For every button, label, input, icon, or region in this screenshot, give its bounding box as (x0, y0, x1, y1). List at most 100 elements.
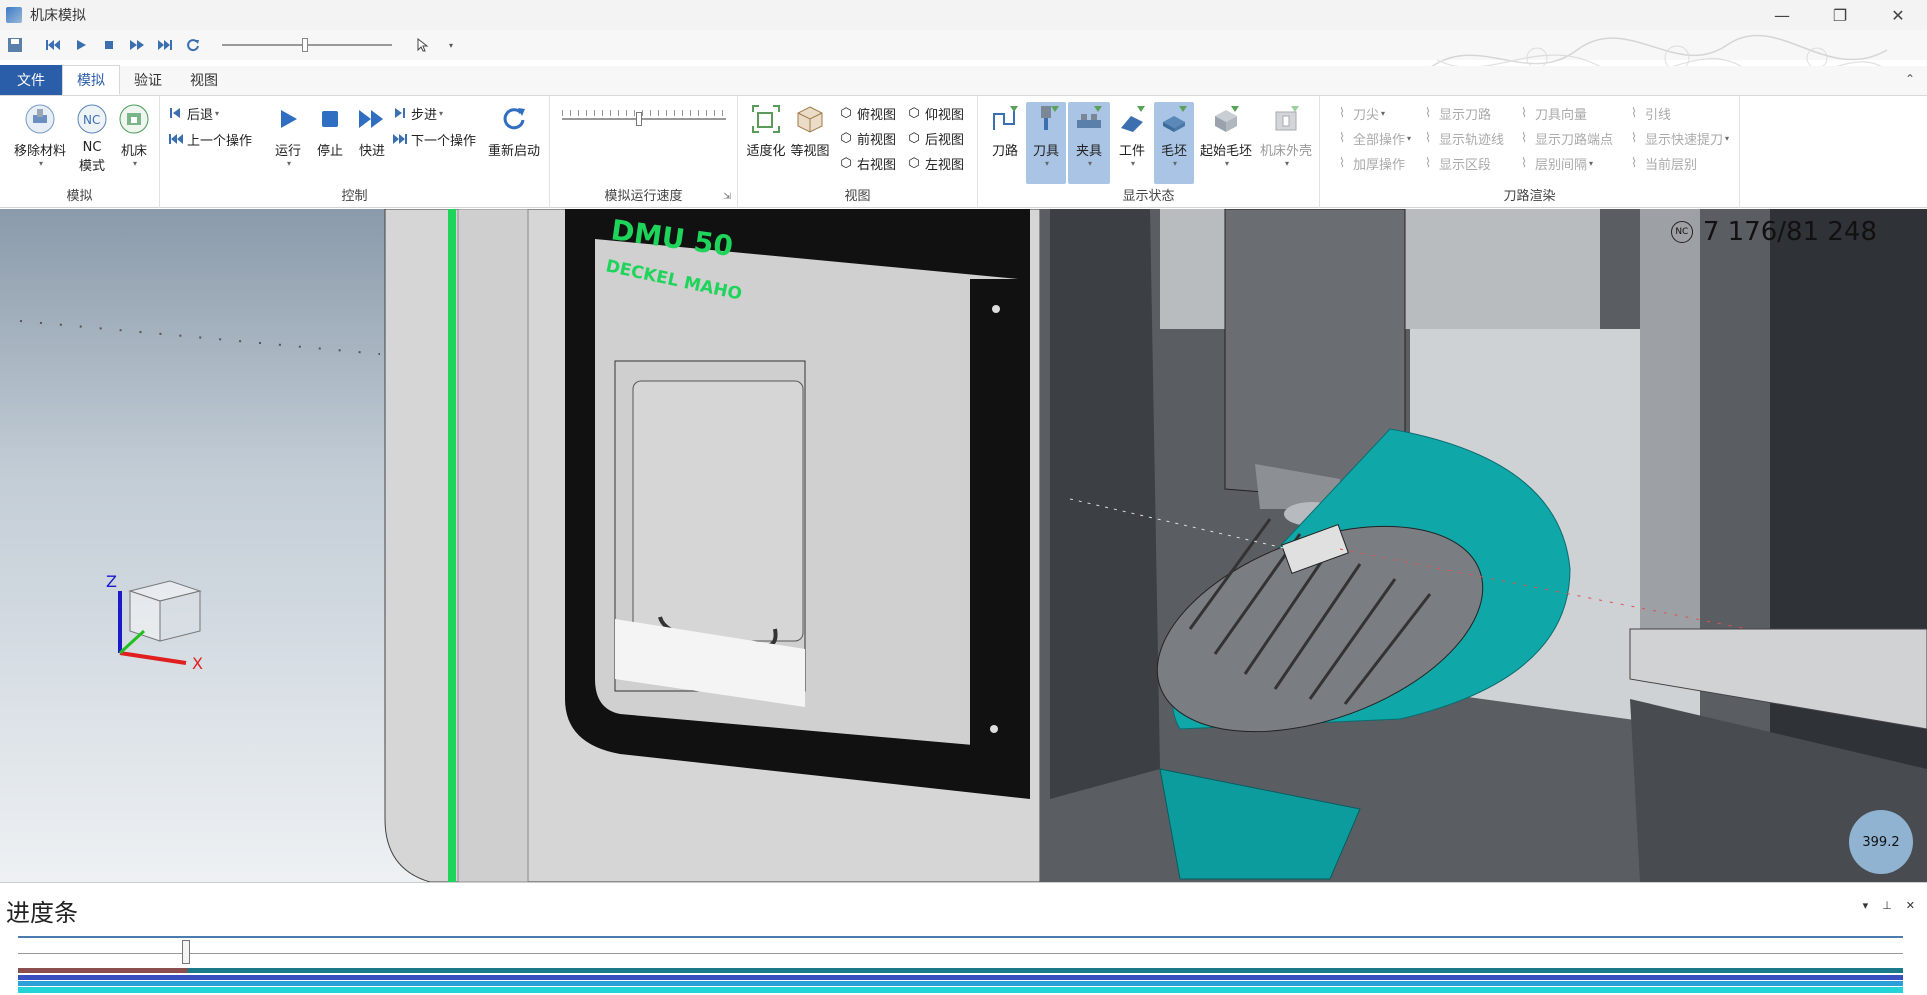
bottom-view-label: 仰视图 (925, 107, 965, 123)
play-icon[interactable] (70, 34, 92, 56)
toolpath-endpoints-option[interactable]: ⌇ 显示刀路端点 (1516, 127, 1613, 149)
group-sim-speed: ⇲ 模拟运行速度 (550, 96, 738, 208)
left-view-button[interactable]: ⬡ 左视图 (906, 152, 964, 174)
nc-counter-value: 7 176/81 248 (1702, 217, 1877, 247)
axis-z-label: Z (106, 572, 117, 591)
thicken-operation-label: 加厚操作 (1353, 157, 1406, 173)
workpiece-toggle[interactable]: 工件 ▾ (1112, 102, 1152, 168)
quick-access-toolbar: ▾ (0, 30, 1927, 82)
bottom-view-button[interactable]: ⬡ 仰视图 (906, 102, 964, 124)
view-cube[interactable]: Z X (100, 571, 220, 671)
panel-close-icon[interactable]: ✕ (1906, 899, 1915, 912)
right-view-button[interactable]: ⬡ 右视图 (838, 152, 896, 174)
tool-tip-option[interactable]: ⌇ 刀尖 ▾ (1334, 102, 1385, 124)
step-button[interactable]: 步进 ▾ (392, 102, 443, 124)
panel-pin-icon[interactable]: ⊥ (1882, 899, 1892, 912)
more-icon[interactable]: ▾ (440, 34, 462, 56)
sim-speed-slider[interactable] (562, 110, 726, 128)
y-axis (118, 629, 146, 655)
remove-material-button[interactable]: 移除材料 ▾ (8, 102, 72, 168)
x-axis (119, 651, 187, 665)
stock-toggle[interactable]: 毛坯 ▾ (1154, 102, 1194, 184)
back-icon (168, 105, 184, 121)
simulation-viewport[interactable]: DMU 50 DECKEL MAHO Z X NC 7 176/81 248 3… (0, 209, 1927, 882)
ribbon: 移除材料 ▾ NC NC 模式 机床 ▾ 模拟 后退 ▾ 上一个操作 运行 ▾ … (0, 96, 1927, 208)
leads-option[interactable]: ⌇ 引线 (1626, 102, 1671, 124)
save-icon[interactable] (4, 34, 26, 56)
prev-operation-icon (168, 131, 184, 147)
close-button[interactable]: ✕ (1869, 0, 1927, 30)
show-toolpath-option[interactable]: ⌇ 显示刀路 (1420, 102, 1491, 124)
nc-mode-label-2: 模式 (78, 159, 105, 174)
all-operations-option[interactable]: ⌇ 全部操作 ▾ (1334, 127, 1411, 149)
collapse-ribbon-icon[interactable]: ⌃ (1905, 72, 1915, 86)
group-toolpath-render: ⌇ 刀尖 ▾ ⌇ 全部操作 ▾ ⌇ 加厚操作 ⌇ 显示刀路 ⌇ 显示轨迹线 ⌇ 显示区段 ⌇ 刀具… (1320, 96, 1740, 208)
minimize-button[interactable]: — (1753, 0, 1811, 30)
initial-stock-icon (1209, 102, 1243, 136)
all-operations-label: 全部操作 (1353, 132, 1406, 148)
maximize-button[interactable]: ❐ (1811, 0, 1869, 30)
sim-speed-thumb[interactable] (636, 112, 643, 126)
toolpath-endpoints-label: 显示刀路端点 (1535, 132, 1614, 148)
back-button[interactable]: 后退 ▾ (168, 102, 219, 124)
restart-label: 重新启动 (487, 144, 540, 159)
quick-speed-slider[interactable] (222, 38, 392, 52)
progress-thumb[interactable] (181, 940, 190, 964)
stop-icon[interactable] (98, 34, 120, 56)
tool-vector-option[interactable]: ⌇ 刀具向量 (1516, 102, 1587, 124)
tool-toggle[interactable]: 刀具 ▾ (1026, 102, 1066, 184)
current-layer-option[interactable]: ⌇ 当前层别 (1626, 152, 1697, 174)
iso-view-icon (793, 102, 827, 136)
machine-housing-toggle[interactable]: 机床外壳 ▾ (1256, 102, 1316, 168)
next-operation-label: 下一个操作 (411, 133, 477, 149)
stop-button[interactable]: 停止 (310, 102, 350, 159)
tab-simulate[interactable]: 模拟 (62, 65, 120, 95)
iso-view-label: 等视图 (790, 144, 830, 159)
thicken-operation-icon: ⌇ (1338, 155, 1346, 171)
iso-view-button[interactable]: 等视图 (788, 102, 832, 159)
fixture-toggle[interactable]: 夹具 ▾ (1068, 102, 1110, 184)
toolpath-label: 刀路 (991, 144, 1018, 159)
rapid-retract-option[interactable]: ⌇ 显示快速提刀 ▾ (1626, 127, 1729, 149)
toolpath-toggle[interactable]: 刀路 (986, 102, 1024, 159)
show-segment-option[interactable]: ⌇ 显示区段 (1420, 152, 1491, 174)
fast-forward-icon[interactable] (126, 34, 148, 56)
initial-stock-toggle[interactable]: 起始毛坯 ▾ (1196, 102, 1256, 168)
back-view-button[interactable]: ⬡ 后视图 (906, 127, 964, 149)
show-trace-option[interactable]: ⌇ 显示轨迹线 (1420, 127, 1504, 149)
show-trace-label: 显示轨迹线 (1439, 132, 1505, 148)
back-label: 后退 (187, 107, 214, 123)
show-toolpath-label: 显示刀路 (1439, 107, 1492, 123)
fast-forward-button[interactable]: 快进 (352, 102, 392, 159)
machine-button[interactable]: 机床 ▾ (114, 102, 154, 168)
top-view-button[interactable]: ⬡ 俯视图 (838, 102, 896, 124)
thicken-operation-option[interactable]: ⌇ 加厚操作 (1334, 152, 1405, 174)
prev-operation-button[interactable]: 上一个操作 (168, 128, 252, 150)
tab-file[interactable]: 文件 (0, 65, 62, 95)
machine-label: 机床 (120, 144, 147, 159)
run-button[interactable]: 运行 ▾ (268, 102, 308, 168)
next-operation-button[interactable]: 下一个操作 (392, 128, 476, 150)
layer-interval-option[interactable]: ⌇ 层别间隔 ▾ (1516, 152, 1593, 174)
fit-view-button[interactable]: 适度化 (744, 102, 788, 159)
progress-track[interactable] (18, 936, 1903, 938)
progress-lane-4 (18, 987, 1903, 993)
nc-mode-button[interactable]: NC NC 模式 (72, 102, 112, 174)
cursor-icon[interactable] (412, 34, 434, 56)
show-segment-label: 显示区段 (1439, 157, 1492, 173)
last-icon[interactable] (154, 34, 176, 56)
panel-menu-icon[interactable]: ▾ (1863, 899, 1869, 912)
restart-button[interactable]: 重新启动 (484, 102, 544, 159)
fast-forward-icon (355, 102, 389, 136)
svg-text:NC: NC (83, 113, 100, 127)
first-icon[interactable] (42, 34, 64, 56)
tool-tip-label: 刀尖 (1353, 107, 1380, 123)
quick-speed-thumb[interactable] (302, 38, 308, 52)
front-view-button[interactable]: ⬡ 前视图 (838, 127, 896, 149)
tab-verify[interactable]: 验证 (120, 65, 176, 95)
show-segment-icon: ⌇ (1424, 155, 1432, 171)
tab-view[interactable]: 视图 (176, 65, 232, 95)
rapid-retract-label: 显示快速提刀 (1645, 132, 1724, 148)
fit-view-label: 适度化 (746, 144, 786, 159)
restart-icon[interactable] (182, 34, 204, 56)
